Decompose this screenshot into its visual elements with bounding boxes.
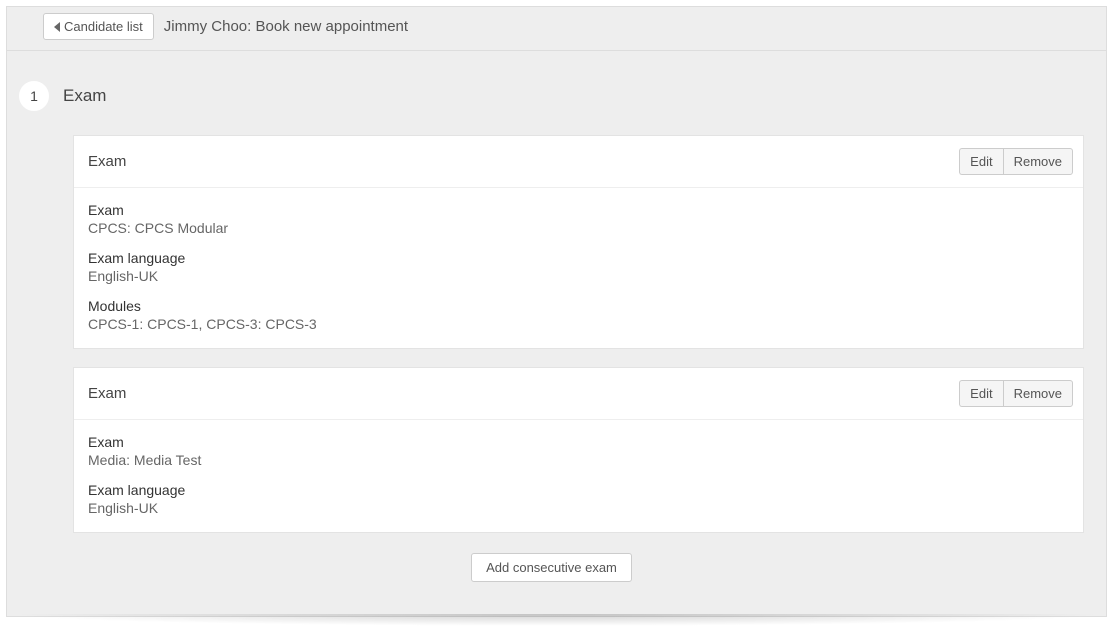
section-title: Exam (63, 86, 106, 106)
exam-card-body: Exam Media: Media Test Exam language Eng… (74, 420, 1083, 532)
page-container: Candidate list Jimmy Choo: Book new appo… (6, 6, 1107, 617)
exam-field-label: Exam (88, 434, 1069, 450)
exam-card-actions: Edit Remove (959, 148, 1073, 175)
exam-language-field: Exam language English-UK (88, 250, 1069, 284)
exam-language-label: Exam language (88, 482, 1069, 498)
back-button[interactable]: Candidate list (43, 13, 154, 40)
exam-card: Exam Edit Remove Exam CPCS: CPCS Modular… (73, 135, 1084, 349)
exam-card-actions: Edit Remove (959, 380, 1073, 407)
edit-button[interactable]: Edit (959, 380, 1002, 407)
modules-label: Modules (88, 298, 1069, 314)
exam-language-value: English-UK (88, 268, 1069, 284)
section-header: 1 Exam (19, 81, 1084, 111)
exam-language-field: Exam language English-UK (88, 482, 1069, 516)
step-badge: 1 (19, 81, 49, 111)
exam-card-body: Exam CPCS: CPCS Modular Exam language En… (74, 188, 1083, 348)
modules-value: CPCS-1: CPCS-1, CPCS-3: CPCS-3 (88, 316, 1069, 332)
exam-section: 1 Exam Exam Edit Remove Exam CPCS: CPCS … (7, 51, 1106, 616)
exam-language-label: Exam language (88, 250, 1069, 266)
exam-field-value: CPCS: CPCS Modular (88, 220, 1069, 236)
footer-action: Add consecutive exam (19, 551, 1084, 596)
remove-button[interactable]: Remove (1003, 380, 1073, 407)
exam-card: Exam Edit Remove Exam Media: Media Test … (73, 367, 1084, 533)
chevron-left-icon (54, 22, 60, 32)
remove-button[interactable]: Remove (1003, 148, 1073, 175)
exam-card-title: Exam (88, 153, 126, 170)
exam-card-title: Exam (88, 385, 126, 402)
exam-field: Exam Media: Media Test (88, 434, 1069, 468)
exam-field-label: Exam (88, 202, 1069, 218)
exam-card-header: Exam Edit Remove (74, 368, 1083, 420)
exam-language-value: English-UK (88, 500, 1069, 516)
add-consecutive-exam-button[interactable]: Add consecutive exam (471, 553, 632, 582)
back-button-label: Candidate list (64, 19, 143, 34)
edit-button[interactable]: Edit (959, 148, 1002, 175)
page-title: Jimmy Choo: Book new appointment (164, 18, 408, 35)
header-bar: Candidate list Jimmy Choo: Book new appo… (7, 7, 1106, 51)
modules-field: Modules CPCS-1: CPCS-1, CPCS-3: CPCS-3 (88, 298, 1069, 332)
exam-card-header: Exam Edit Remove (74, 136, 1083, 188)
exam-field-value: Media: Media Test (88, 452, 1069, 468)
exam-field: Exam CPCS: CPCS Modular (88, 202, 1069, 236)
exam-cards: Exam Edit Remove Exam CPCS: CPCS Modular… (73, 135, 1084, 533)
